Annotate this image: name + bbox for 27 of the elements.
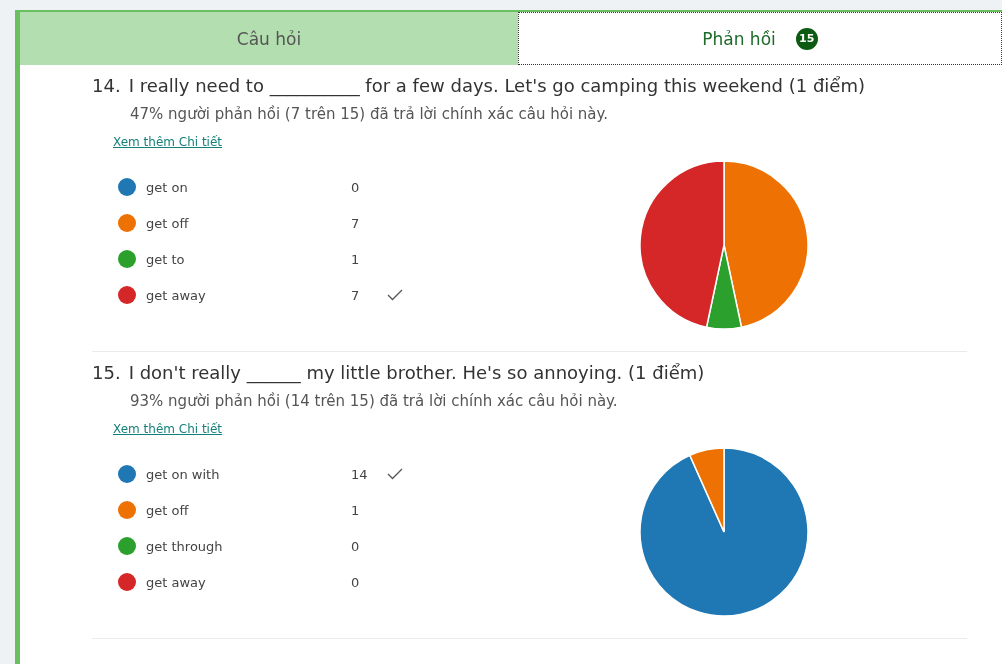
option-label: get away xyxy=(146,574,207,590)
option-count: 0 xyxy=(351,538,361,554)
option-count: 1 xyxy=(351,251,361,267)
option-label: get on with xyxy=(146,466,221,482)
count-badge: 15 xyxy=(795,27,818,50)
question-text: I really need to __________ for a few days. Let's go camping this weekend (1 điểm) xyxy=(128,75,865,96)
result-summary: 93% người phản hồi (14 trên 15) đã trả lời chính xác câu hỏi này. xyxy=(130,392,619,410)
option-label: get off xyxy=(146,215,190,231)
option-label: get to xyxy=(146,251,186,267)
option-count: 7 xyxy=(351,215,361,231)
option-label: get on xyxy=(146,179,189,195)
details-link[interactable]: Xem thêm Chi tiết xyxy=(113,135,223,149)
option-count: 7 xyxy=(351,287,361,303)
question-text: I don't really ______ my little brother. He's so annoying. (1 điểm) xyxy=(128,362,705,383)
result-summary: 47% người phản hồi (7 trên 15) đã trả lời chính xác câu hỏi này. xyxy=(130,105,610,123)
details-link[interactable]: Xem thêm Chi tiết xyxy=(113,422,223,436)
option-count: 14 xyxy=(351,466,369,482)
option-count: 0 xyxy=(351,179,361,195)
tab[interactable]: Phản hồi 15 xyxy=(518,12,1002,65)
question-number: 15. xyxy=(92,362,121,383)
option-label: get through xyxy=(146,538,224,554)
question-number: 14. xyxy=(92,75,121,96)
option-count: 1 xyxy=(351,502,361,518)
tab[interactable]: Câu hỏi xyxy=(20,12,518,65)
option-label: get off xyxy=(146,502,190,518)
option-label: get away xyxy=(146,287,207,303)
option-count: 0 xyxy=(351,574,361,590)
